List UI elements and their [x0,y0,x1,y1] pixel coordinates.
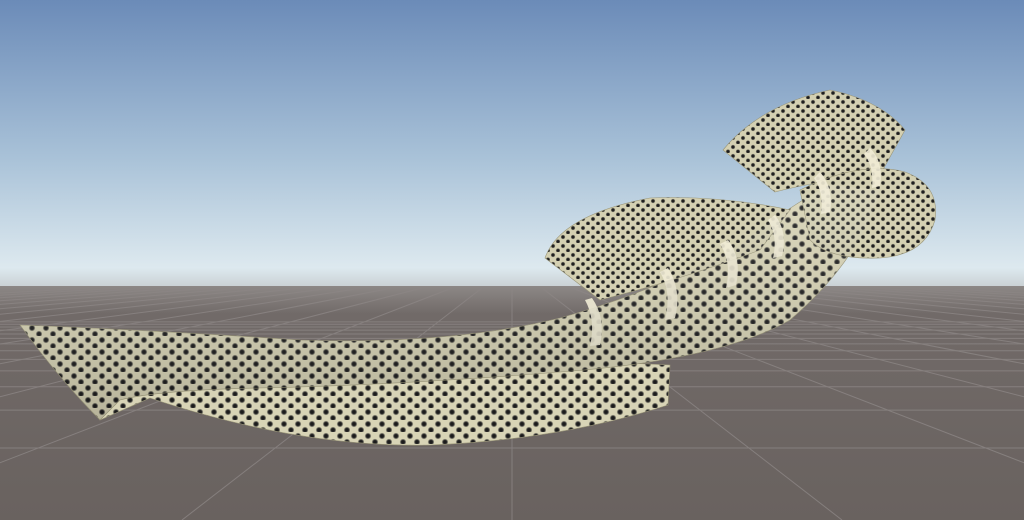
scene-viewport[interactable] [0,0,1024,520]
